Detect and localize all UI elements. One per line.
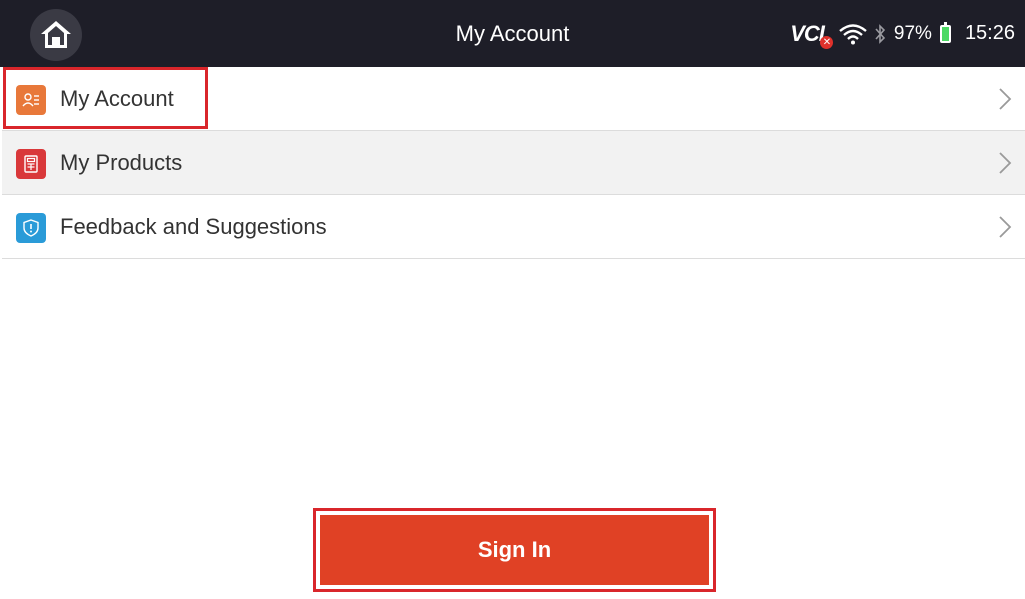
account-card-icon [16,85,46,115]
menu-item-label: My Account [60,85,174,111]
status-bar: VCI ✕ 97% 15:26 [790,0,1015,67]
sign-in-highlight: Sign In [313,508,716,592]
vci-status: VCI ✕ [790,20,833,49]
vci-label: VCI [790,20,825,46]
menu-item-my-products[interactable]: My Products [2,131,1025,195]
top-bar: My Account VCI ✕ 97% 15:26 [0,0,1025,67]
home-button[interactable] [30,9,82,61]
chevron-right-icon [999,88,1012,110]
menu-item-label: Feedback and Suggestions [60,213,327,239]
bluetooth-icon [875,23,886,44]
vci-disconnected-icon: ✕ [819,35,833,49]
chevron-right-icon [999,216,1012,238]
clock: 15:26 [964,22,1015,44]
home-icon [41,21,71,48]
battery-percent: 97% [893,22,932,44]
menu-item-feedback[interactable]: Feedback and Suggestions [2,195,1025,259]
menu-item-my-account[interactable]: My Account [2,67,1025,131]
shield-alert-icon [16,213,46,243]
sign-in-button[interactable]: Sign In [320,515,709,585]
product-device-icon [16,149,46,179]
menu-list: My Account My Products Feedback and Sugg… [2,67,1025,259]
wifi-icon [839,23,867,44]
menu-item-label: My Products [60,149,183,175]
battery-charging-icon [939,21,951,43]
chevron-right-icon [999,152,1012,174]
